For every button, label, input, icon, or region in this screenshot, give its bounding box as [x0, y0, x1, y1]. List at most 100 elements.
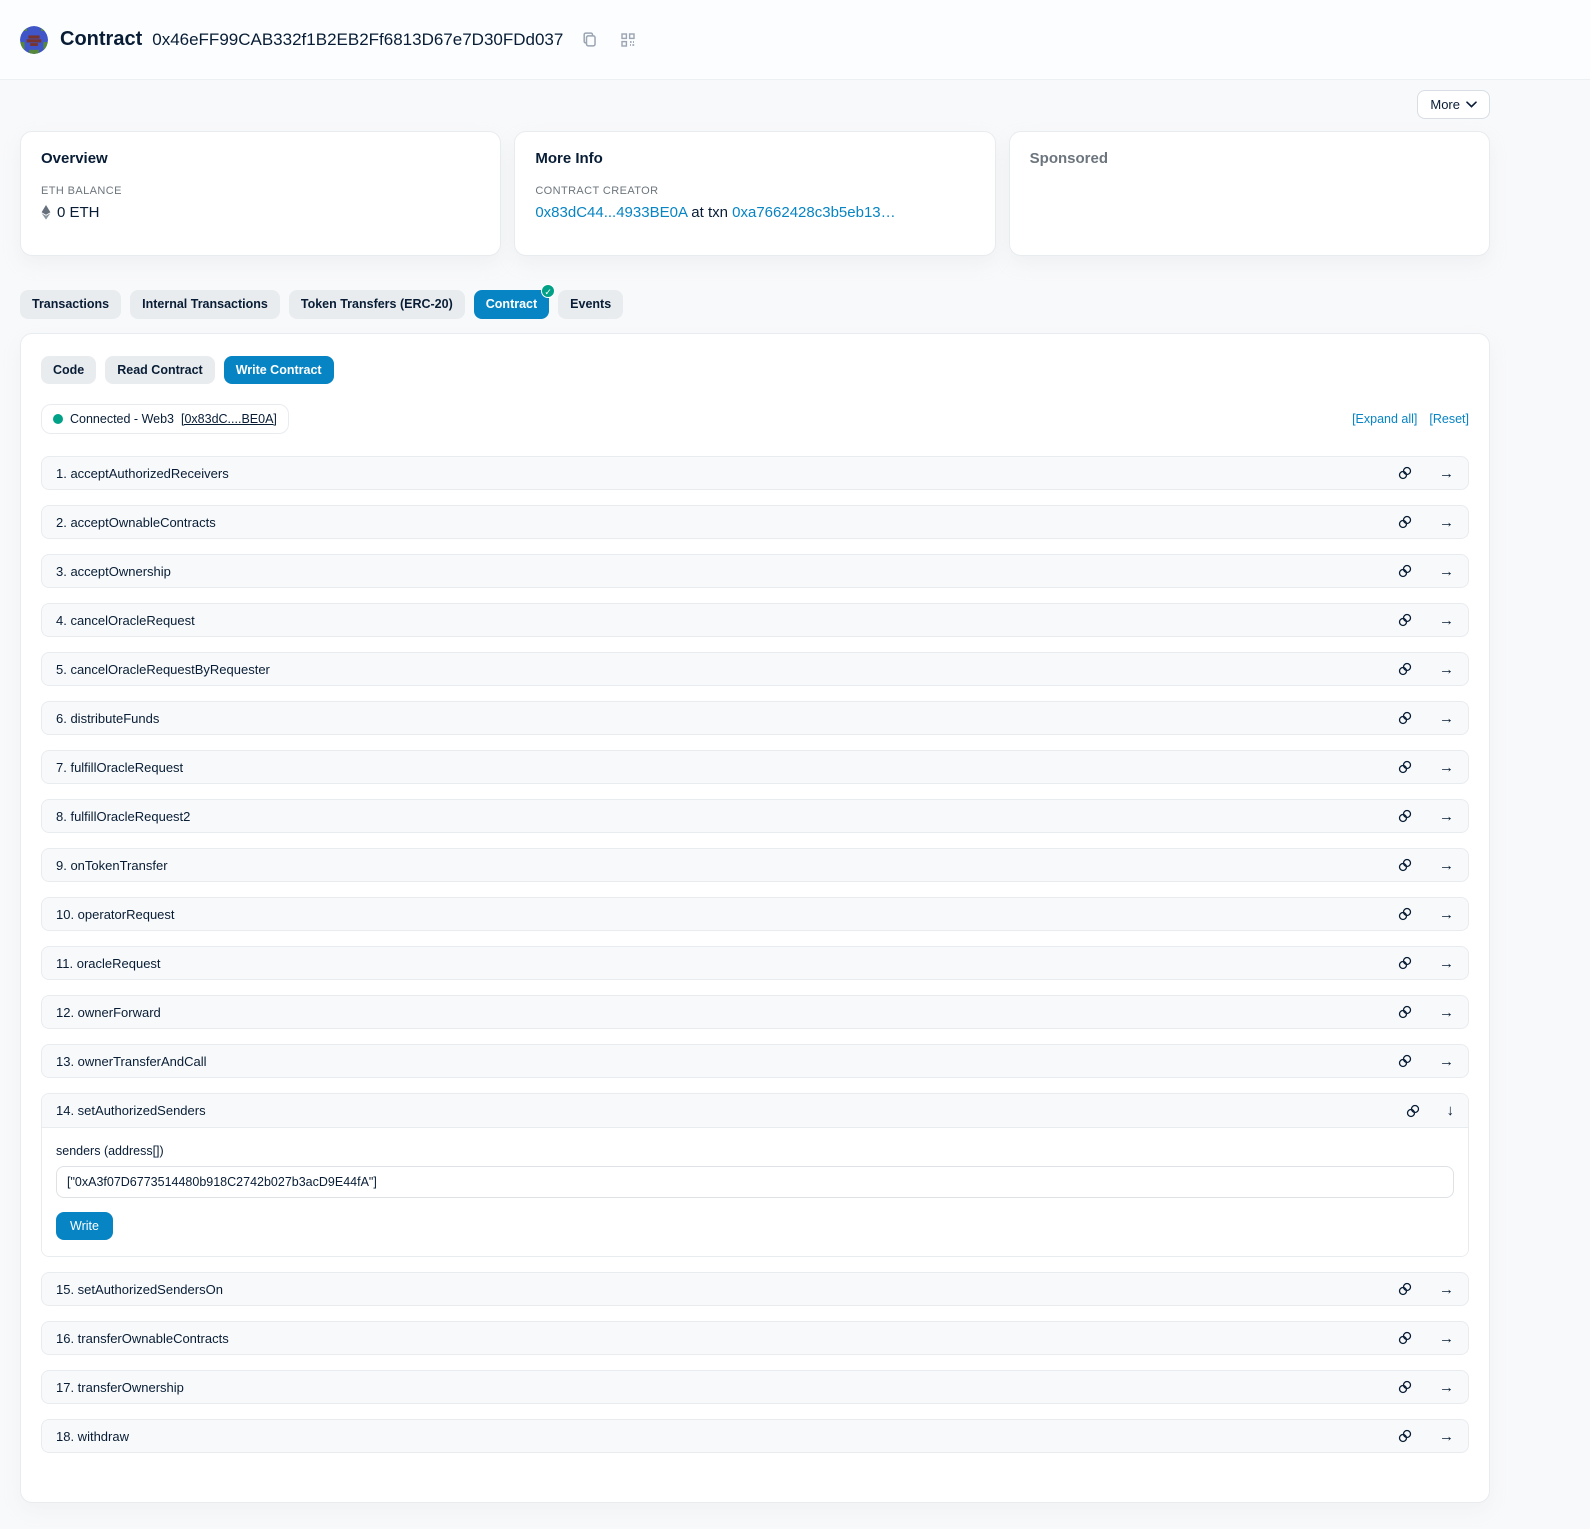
function-label: 11. oracleRequest — [56, 956, 1397, 971]
expand-arrow-icon[interactable]: → — [1439, 858, 1454, 873]
ethereum-icon — [41, 205, 51, 220]
expand-arrow-icon[interactable]: → — [1439, 662, 1454, 677]
function-label: 18. withdraw — [56, 1429, 1397, 1444]
expand-arrow-icon[interactable]: → — [1439, 1282, 1454, 1297]
function-label: 6. distributeFunds — [56, 711, 1397, 726]
permalink-icon[interactable] — [1397, 661, 1413, 677]
function-row[interactable]: 16. transferOwnableContracts → — [41, 1321, 1469, 1355]
expand-arrow-icon[interactable]: → — [1439, 907, 1454, 922]
permalink-icon[interactable] — [1397, 857, 1413, 873]
contract-panel: Code Read Contract Write Contract Connec… — [20, 333, 1490, 1504]
page-header: Contract 0x46eFF99CAB332f1B2EB2Ff6813D67… — [0, 0, 1590, 80]
sponsored-card: Sponsored — [1009, 131, 1490, 256]
expand-arrow-icon[interactable]: → — [1439, 1005, 1454, 1020]
function-label: 17. transferOwnership — [56, 1380, 1397, 1395]
permalink-icon[interactable] — [1397, 1004, 1413, 1020]
collapse-arrow-icon[interactable]: ↓ — [1447, 1103, 1455, 1118]
function-row[interactable]: 1. acceptAuthorizedReceivers → — [41, 456, 1469, 490]
function-row[interactable]: 5. cancelOracleRequestByRequester → — [41, 652, 1469, 686]
wallet-connect-status[interactable]: Connected - Web3 [0x83dC....BE0A] — [41, 404, 289, 434]
more-label: More — [1430, 97, 1460, 112]
expand-arrow-icon[interactable]: → — [1439, 1054, 1454, 1069]
function-label: 8. fulfillOracleRequest2 — [56, 809, 1397, 824]
main-tabs: Transactions Internal Transactions Token… — [20, 290, 1490, 319]
overview-title: Overview — [41, 150, 480, 167]
creation-txn-link[interactable]: 0xa7662428c3b5eb13… — [732, 204, 895, 221]
expand-arrow-icon[interactable]: → — [1439, 956, 1454, 971]
function-label: 5. cancelOracleRequestByRequester — [56, 662, 1397, 677]
expand-arrow-icon[interactable]: → — [1439, 515, 1454, 530]
copy-address-button[interactable] — [577, 27, 602, 52]
function-label: 2. acceptOwnableContracts — [56, 515, 1397, 530]
tab-contract-label: Contract — [486, 297, 537, 311]
permalink-icon[interactable] — [1397, 1428, 1413, 1444]
creator-address-link[interactable]: 0x83dC44...4933BE0A — [535, 204, 687, 221]
expand-arrow-icon[interactable]: → — [1439, 564, 1454, 579]
function-row[interactable]: 15. setAuthorizedSendersOn → — [41, 1272, 1469, 1306]
expand-arrow-icon[interactable]: → — [1439, 466, 1454, 481]
function-row[interactable]: 14. setAuthorizedSenders ↓ — [42, 1094, 1468, 1128]
function-row[interactable]: 12. ownerForward → — [41, 995, 1469, 1029]
permalink-icon[interactable] — [1397, 1330, 1413, 1346]
senders-input[interactable] — [56, 1166, 1454, 1198]
eth-balance-value: 0 ETH — [57, 204, 100, 221]
permalink-icon[interactable] — [1397, 808, 1413, 824]
permalink-icon[interactable] — [1397, 465, 1413, 481]
function-row[interactable]: 3. acceptOwnership → — [41, 554, 1469, 588]
function-row[interactable]: 9. onTokenTransfer → — [41, 848, 1469, 882]
function-row[interactable]: 7. fulfillOracleRequest → — [41, 750, 1469, 784]
contract-creator-label: CONTRACT CREATOR — [535, 185, 974, 197]
function-row[interactable]: 13. ownerTransferAndCall → — [41, 1044, 1469, 1078]
overview-card: Overview ETH BALANCE 0 ETH — [20, 131, 501, 256]
function-row[interactable]: 17. transferOwnership → — [41, 1370, 1469, 1404]
more-info-card: More Info CONTRACT CREATOR 0x83dC44...49… — [514, 131, 995, 256]
function-row[interactable]: 10. operatorRequest → — [41, 897, 1469, 931]
tab-contract[interactable]: Contract ✓ — [474, 290, 549, 319]
permalink-icon[interactable] — [1397, 1053, 1413, 1069]
write-button[interactable]: Write — [56, 1212, 113, 1240]
tab-internal-transactions[interactable]: Internal Transactions — [130, 290, 280, 319]
expand-arrow-icon[interactable]: → — [1439, 613, 1454, 628]
permalink-icon[interactable] — [1397, 1281, 1413, 1297]
permalink-icon[interactable] — [1397, 514, 1413, 530]
param-label: senders (address[]) — [56, 1144, 1454, 1158]
permalink-icon[interactable] — [1397, 710, 1413, 726]
function-label: 7. fulfillOracleRequest — [56, 760, 1397, 775]
function-label: 16. transferOwnableContracts — [56, 1331, 1397, 1346]
connected-wallet-address-link[interactable]: [0x83dC....BE0A] — [181, 412, 277, 426]
permalink-icon[interactable] — [1397, 955, 1413, 971]
expand-arrow-icon[interactable]: → — [1439, 1380, 1454, 1395]
permalink-icon[interactable] — [1397, 906, 1413, 922]
function-row[interactable]: 6. distributeFunds → — [41, 701, 1469, 735]
expand-all-link[interactable]: [Expand all] — [1352, 412, 1417, 426]
function-label: 4. cancelOracleRequest — [56, 613, 1397, 628]
expand-arrow-icon[interactable]: → — [1439, 1331, 1454, 1346]
function-row[interactable]: 18. withdraw → — [41, 1419, 1469, 1453]
permalink-icon[interactable] — [1405, 1103, 1421, 1119]
function-row[interactable]: 2. acceptOwnableContracts → — [41, 505, 1469, 539]
reset-link[interactable]: [Reset] — [1429, 412, 1469, 426]
function-row[interactable]: 4. cancelOracleRequest → — [41, 603, 1469, 637]
function-body: senders (address[]) Write — [42, 1128, 1468, 1256]
more-dropdown-button[interactable]: More — [1417, 90, 1490, 119]
permalink-icon[interactable] — [1397, 1379, 1413, 1395]
function-label: 15. setAuthorizedSendersOn — [56, 1282, 1397, 1297]
function-row[interactable]: 11. oracleRequest → — [41, 946, 1469, 980]
expand-arrow-icon[interactable]: → — [1439, 711, 1454, 726]
subtab-write-contract[interactable]: Write Contract — [224, 356, 334, 385]
expand-arrow-icon[interactable]: → — [1439, 760, 1454, 775]
more-info-title: More Info — [535, 150, 974, 167]
expand-arrow-icon[interactable]: → — [1439, 1429, 1454, 1444]
function-label: 10. operatorRequest — [56, 907, 1397, 922]
permalink-icon[interactable] — [1397, 563, 1413, 579]
tab-events[interactable]: Events — [558, 290, 623, 319]
permalink-icon[interactable] — [1397, 612, 1413, 628]
function-row[interactable]: 8. fulfillOracleRequest2 → — [41, 799, 1469, 833]
qr-code-button[interactable] — [616, 28, 640, 52]
tab-transactions[interactable]: Transactions — [20, 290, 121, 319]
expand-arrow-icon[interactable]: → — [1439, 809, 1454, 824]
tab-token-transfers[interactable]: Token Transfers (ERC-20) — [289, 290, 465, 319]
subtab-code[interactable]: Code — [41, 356, 96, 385]
permalink-icon[interactable] — [1397, 759, 1413, 775]
subtab-read-contract[interactable]: Read Contract — [105, 356, 214, 385]
